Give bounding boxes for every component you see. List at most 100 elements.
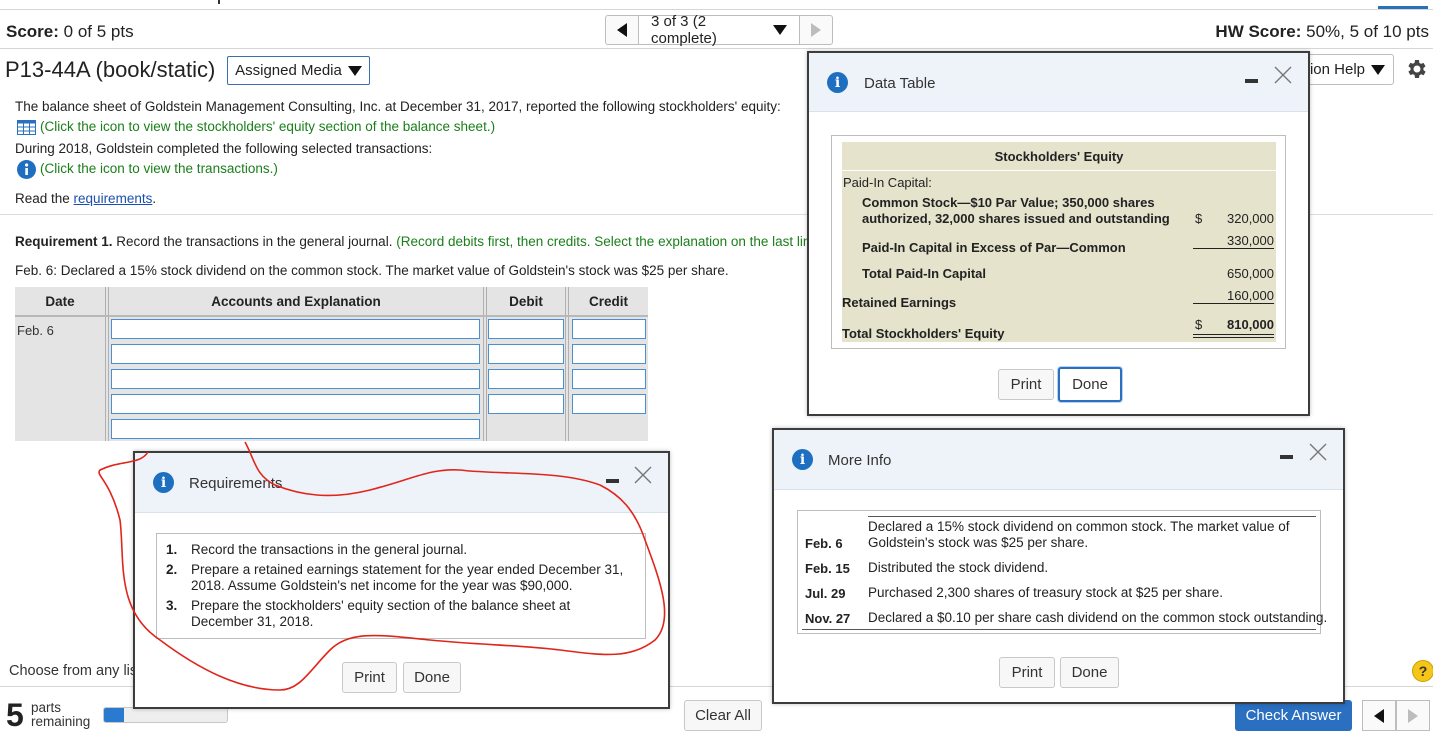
hw-score-display: HW Score: 50%, 5 of 10 pts bbox=[1215, 22, 1429, 42]
col-header-debit: Debit bbox=[509, 293, 543, 309]
col-header-credit: Credit bbox=[588, 293, 628, 309]
during-text: During 2018, Goldstein completed the fol… bbox=[15, 141, 433, 156]
col-header-accounts: Accounts and Explanation bbox=[211, 293, 381, 309]
print-button[interactable]: Print bbox=[999, 657, 1055, 688]
dialog-title: Requirements bbox=[189, 475, 283, 492]
gear-icon[interactable] bbox=[1404, 57, 1428, 81]
top-strip bbox=[0, 0, 1433, 10]
col-header-date: Date bbox=[45, 293, 75, 309]
requirements-list: 1. Record the transactions in the genera… bbox=[156, 533, 646, 639]
common-stock-value: 320,000 bbox=[1227, 211, 1274, 226]
caret-down-icon bbox=[347, 65, 362, 76]
transaction-date: Jul. 29 bbox=[805, 586, 846, 601]
requirements-link[interactable]: requirements bbox=[74, 191, 153, 206]
account-input-2[interactable] bbox=[111, 344, 480, 364]
arrow-left-icon bbox=[1374, 708, 1384, 723]
clear-all-button[interactable]: Clear All bbox=[684, 700, 762, 731]
next-question-button[interactable] bbox=[799, 15, 833, 45]
debit-input-4[interactable] bbox=[488, 394, 564, 414]
transaction-description: Purchased 2,300 shares of treasury stock… bbox=[868, 585, 1223, 600]
transactions-info-link-text: (Click the icon to view the transactions… bbox=[40, 161, 278, 177]
question-selector[interactable]: 3 of 3 (2 complete) bbox=[639, 13, 799, 47]
equity-table-link-text: (Click the icon to view the stockholders… bbox=[40, 119, 496, 134]
top-blue-tab[interactable] bbox=[1378, 6, 1428, 9]
question-nav: 3 of 3 (2 complete) bbox=[605, 13, 833, 47]
credit-input-2[interactable] bbox=[572, 344, 646, 364]
requirements-dialog: i Requirements 1. Record the transaction… bbox=[133, 451, 670, 709]
common-stock-label-1: Common Stock—$10 Par Value; 350,000 shar… bbox=[862, 195, 1155, 210]
question-position: 3 of 3 (2 complete) bbox=[651, 13, 717, 47]
transaction-description: Declared a $0.10 per share cash dividend… bbox=[868, 610, 1328, 625]
parts-remaining-count: 5 bbox=[6, 697, 24, 733]
dialog-title: More Info bbox=[828, 452, 892, 469]
apic-label: Paid-In Capital in Excess of Par—Common bbox=[862, 240, 1126, 255]
info-icon: i bbox=[792, 449, 813, 470]
minimize-icon[interactable] bbox=[606, 479, 619, 483]
check-answer-button[interactable]: Check Answer bbox=[1235, 700, 1352, 731]
footer-next-button[interactable] bbox=[1396, 700, 1430, 731]
column-divider bbox=[105, 287, 109, 441]
table-top-rule bbox=[868, 516, 1316, 517]
assigned-media-button[interactable]: Assigned Media bbox=[227, 56, 370, 85]
requirement-number: 3. bbox=[166, 598, 178, 613]
print-button[interactable]: Print bbox=[998, 369, 1054, 400]
requirement-number: 1. bbox=[166, 542, 178, 557]
dialog-title: Data Table bbox=[864, 75, 936, 92]
transaction-date: Nov. 27 bbox=[805, 611, 851, 626]
prev-question-button[interactable] bbox=[605, 15, 639, 45]
data-table-dialog: i Data Table Stockholders' Equity Paid-I… bbox=[807, 51, 1310, 416]
row-divider bbox=[842, 170, 1276, 171]
close-icon[interactable] bbox=[1309, 443, 1327, 461]
score-value: 0 of 5 pts bbox=[63, 22, 134, 41]
print-button[interactable]: Print bbox=[342, 662, 397, 693]
credit-input-1[interactable] bbox=[572, 319, 646, 339]
parts-label-line1: parts bbox=[31, 700, 62, 715]
top-marker bbox=[218, 0, 220, 4]
info-icon: i bbox=[153, 472, 174, 493]
column-divider bbox=[483, 287, 487, 441]
debit-input-3[interactable] bbox=[488, 369, 564, 389]
total-double-underline bbox=[1193, 337, 1274, 338]
footer-prev-button[interactable] bbox=[1362, 700, 1396, 731]
column-divider bbox=[565, 287, 569, 441]
total-equity-label: Total Stockholders' Equity bbox=[842, 326, 1005, 341]
credit-input-4[interactable] bbox=[572, 394, 646, 414]
credit-input-3[interactable] bbox=[572, 369, 646, 389]
account-input-1[interactable] bbox=[111, 319, 480, 339]
intro-text: The balance sheet of Goldstein Managemen… bbox=[15, 99, 781, 114]
arrow-left-icon bbox=[617, 23, 627, 37]
arrow-right-icon bbox=[1408, 708, 1418, 723]
subtotal-underline bbox=[1193, 248, 1274, 249]
caret-down-icon bbox=[1371, 64, 1385, 75]
info-icon bbox=[17, 160, 36, 179]
help-icon[interactable]: ? bbox=[1412, 660, 1433, 682]
common-stock-label-2: authorized, 32,000 shares issued and out… bbox=[862, 211, 1170, 226]
info-icon: i bbox=[827, 72, 848, 93]
requirement-1-text: Record the transactions in the general j… bbox=[112, 234, 397, 249]
transaction-date: Feb. 6 bbox=[805, 536, 843, 551]
done-button[interactable]: Done bbox=[1058, 367, 1122, 402]
requirement-number: 2. bbox=[166, 562, 178, 577]
parts-label-line2: remaining bbox=[31, 714, 91, 729]
account-input-3[interactable] bbox=[111, 369, 480, 389]
total-paid-in-label: Total Paid-In Capital bbox=[862, 266, 986, 281]
done-button[interactable]: Done bbox=[1060, 657, 1119, 688]
debit-input-2[interactable] bbox=[488, 344, 564, 364]
entry-date: Feb. 6 bbox=[17, 323, 54, 338]
parts-progress-bar bbox=[103, 707, 228, 723]
account-input-4[interactable] bbox=[111, 394, 480, 414]
equity-table-body: Stockholders' Equity Paid-In Capital: Co… bbox=[842, 142, 1276, 342]
explanation-input[interactable] bbox=[111, 419, 480, 439]
minimize-icon[interactable] bbox=[1245, 79, 1258, 83]
assigned-media-label: Assigned Media bbox=[235, 62, 342, 79]
equity-table-link[interactable]: (Click the icon to view the stockholders… bbox=[17, 119, 495, 135]
transactions-info-link[interactable]: (Click the icon to view the transactions… bbox=[17, 160, 278, 179]
debit-input-1[interactable] bbox=[488, 319, 564, 339]
total-equity-value: 810,000 bbox=[1227, 317, 1274, 332]
done-button[interactable]: Done bbox=[403, 662, 461, 693]
close-icon[interactable] bbox=[634, 466, 652, 484]
minimize-icon[interactable] bbox=[1280, 455, 1293, 459]
choose-hint-text: Choose from any lis bbox=[9, 663, 138, 679]
close-icon[interactable] bbox=[1274, 66, 1292, 84]
caret-down-icon bbox=[773, 25, 787, 35]
